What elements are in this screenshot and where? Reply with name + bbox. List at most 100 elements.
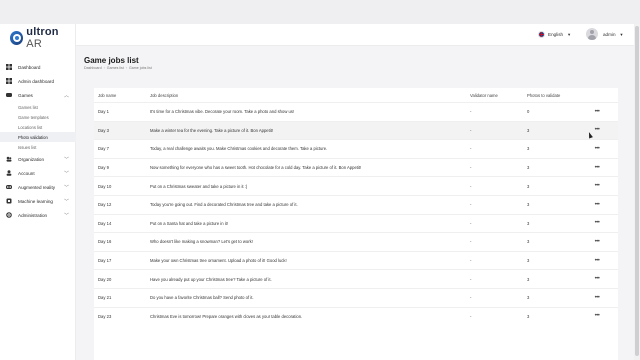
account-icon: [6, 170, 12, 176]
photos-to-validate-cell: 3: [527, 258, 530, 264]
sidebar-item-games[interactable]: Games ︿: [0, 88, 76, 102]
table-row[interactable]: Day 14 Put on a Santa hat and take a pict…: [94, 213, 618, 233]
header-job-description[interactable]: Job description: [150, 93, 470, 98]
photos-to-validate-cell: 3: [527, 313, 530, 319]
table-row[interactable]: Day 20 Have you already put up your Chris…: [94, 269, 618, 288]
breadcrumb-games-list[interactable]: Games list: [107, 66, 124, 70]
language-selector[interactable]: English ▼: [538, 31, 571, 38]
caret-down-icon: ▼: [619, 31, 624, 37]
header-validator-name[interactable]: Validator name: [470, 93, 527, 98]
table-row[interactable]: Day 10 Put on a Christmas sweater and tak…: [94, 176, 618, 195]
more-actions-icon[interactable]: •••: [587, 276, 607, 282]
sidebar: ultron AR Dashboard Admin dashboard Game…: [0, 24, 76, 360]
chevron-down-icon: ﹀: [63, 170, 69, 177]
more-actions-icon[interactable]: •••: [587, 109, 607, 115]
photos-to-validate-cell: 3: [527, 202, 530, 208]
job-description-cell: Today, a real challenge awaits you. Make…: [150, 146, 328, 152]
sidebar-item-label: Administration: [18, 212, 48, 218]
sidebar-item-dashboard[interactable]: Dashboard: [0, 60, 76, 74]
sidebar-subitem-issues-list[interactable]: Issues list: [0, 142, 76, 152]
app-logo[interactable]: ultron AR: [10, 26, 75, 50]
job-name-cell: Day 1: [98, 109, 109, 115]
games-icon: [6, 92, 12, 98]
more-actions-icon[interactable]: •••: [587, 202, 607, 208]
sidebar-subitem-games-list[interactable]: Games list: [0, 102, 76, 112]
job-description-cell: Now something for everyone who has a swe…: [150, 165, 362, 171]
sidebar-item-admin-dashboard[interactable]: Admin dashboard: [0, 74, 76, 88]
breadcrumb: Dashboard › Games list › Game jobs list: [84, 66, 152, 70]
more-actions-icon[interactable]: •••: [587, 295, 607, 301]
table-row[interactable]: Day 12 Today you're going out. Find a dec…: [94, 194, 618, 214]
validator-name-cell: -: [470, 202, 472, 208]
more-actions-icon[interactable]: •••: [587, 258, 607, 264]
validator-name-cell: -: [470, 239, 472, 245]
sidebar-item-augmented-reality[interactable]: Augmented reality ﹀: [0, 180, 76, 194]
sidebar-subitem-game-templates[interactable]: Game templates: [0, 112, 76, 122]
chevron-down-icon: ﹀: [63, 198, 69, 205]
language-label: English: [548, 32, 564, 37]
table-row[interactable]: Day 1 It's time for a Christmas vibe. Dec…: [94, 102, 618, 121]
job-description-cell: It's time for a Christmas vibe. Decorate…: [150, 109, 295, 115]
administration-icon: [6, 212, 12, 218]
more-actions-icon[interactable]: •••: [587, 146, 607, 152]
validator-name-cell: -: [470, 109, 472, 115]
breadcrumb-separator: ›: [103, 66, 105, 70]
validator-name-cell: -: [470, 165, 472, 171]
admin-dashboard-icon: [6, 78, 12, 84]
sidebar-subitem-locations-list[interactable]: Locations list: [0, 122, 76, 132]
job-name-cell: Day 20: [98, 276, 112, 282]
table-row[interactable]: Day 3 Make a winter tea for the evening. …: [94, 120, 618, 140]
sidebar-item-administration[interactable]: Administration ﹀: [0, 208, 76, 222]
validator-name-cell: -: [470, 127, 472, 133]
table-row[interactable]: Day 16 Who doesn't like making a snowman?…: [94, 232, 618, 251]
breadcrumb-dashboard[interactable]: Dashboard: [84, 66, 102, 70]
sidebar-item-account[interactable]: Account ﹀: [0, 166, 76, 180]
more-actions-icon[interactable]: •••: [587, 220, 607, 226]
user-menu[interactable]: admin ▼: [586, 28, 623, 40]
photos-to-validate-cell: 3: [527, 146, 530, 152]
validator-name-cell: -: [470, 313, 472, 319]
more-actions-icon[interactable]: •••: [587, 165, 607, 171]
sidebar-item-machine-learning[interactable]: Machine learning ﹀: [0, 194, 76, 208]
job-name-cell: Day 9: [98, 165, 109, 171]
photos-to-validate-cell: 3: [527, 165, 530, 171]
sidebar-subitem-photo-validation[interactable]: Photo validation: [0, 132, 76, 142]
sidebar-nav: Dashboard Admin dashboard Games ︿ Games …: [0, 60, 76, 222]
user-name: admin: [603, 31, 616, 37]
page-title: Game jobs list: [84, 56, 139, 65]
job-name-cell: Day 14: [98, 220, 112, 226]
header-photos-to-validate[interactable]: Photos to validate: [527, 93, 587, 98]
table-row[interactable]: Day 23 Christmas Eve is tomorrow! Prepare…: [94, 306, 618, 326]
validator-name-cell: -: [470, 220, 472, 226]
browser-top-strip: [0, 0, 640, 24]
header-job-name[interactable]: Job name: [94, 93, 150, 98]
more-actions-icon[interactable]: •••: [587, 313, 607, 319]
validator-name-cell: -: [470, 276, 472, 282]
job-description-cell: Have you already put up your Christmas t…: [150, 276, 272, 282]
table-body: Day 1 It's time for a Christmas vibe. Dec…: [94, 102, 618, 325]
job-name-cell: Day 10: [98, 183, 112, 189]
scrollbar-thumb[interactable]: [635, 26, 639, 356]
table-row[interactable]: Day 9 Now something for everyone who has …: [94, 157, 618, 177]
avatar: [586, 28, 598, 40]
table-row[interactable]: Day 17 Make your own Christmas tree ornam…: [94, 250, 618, 270]
uk-flag-icon: [538, 31, 545, 38]
machine-learning-icon: [6, 198, 12, 204]
photos-to-validate-cell: 3: [527, 127, 530, 133]
page-scrollbar[interactable]: [634, 24, 640, 360]
augmented-reality-icon: [6, 184, 12, 190]
photos-to-validate-cell: 3: [527, 295, 530, 301]
more-actions-icon[interactable]: •••: [587, 183, 607, 189]
organization-icon: [6, 156, 12, 162]
chevron-down-icon: ﹀: [63, 184, 69, 191]
table-row[interactable]: Day 7 Today, a real challenge awaits you.…: [94, 139, 618, 158]
more-actions-icon[interactable]: •••: [587, 239, 607, 245]
table-row[interactable]: Day 21 Do you have a favorite Christmas b…: [94, 287, 618, 307]
sidebar-item-organization[interactable]: Organization ﹀: [0, 152, 76, 166]
job-name-cell: Day 23: [98, 313, 112, 319]
photos-to-validate-cell: 3: [527, 183, 530, 189]
photos-to-validate-cell: 0: [527, 109, 530, 115]
photos-to-validate-cell: 3: [527, 220, 530, 226]
logo-main: ultron: [26, 26, 59, 38]
validator-name-cell: -: [470, 146, 472, 152]
